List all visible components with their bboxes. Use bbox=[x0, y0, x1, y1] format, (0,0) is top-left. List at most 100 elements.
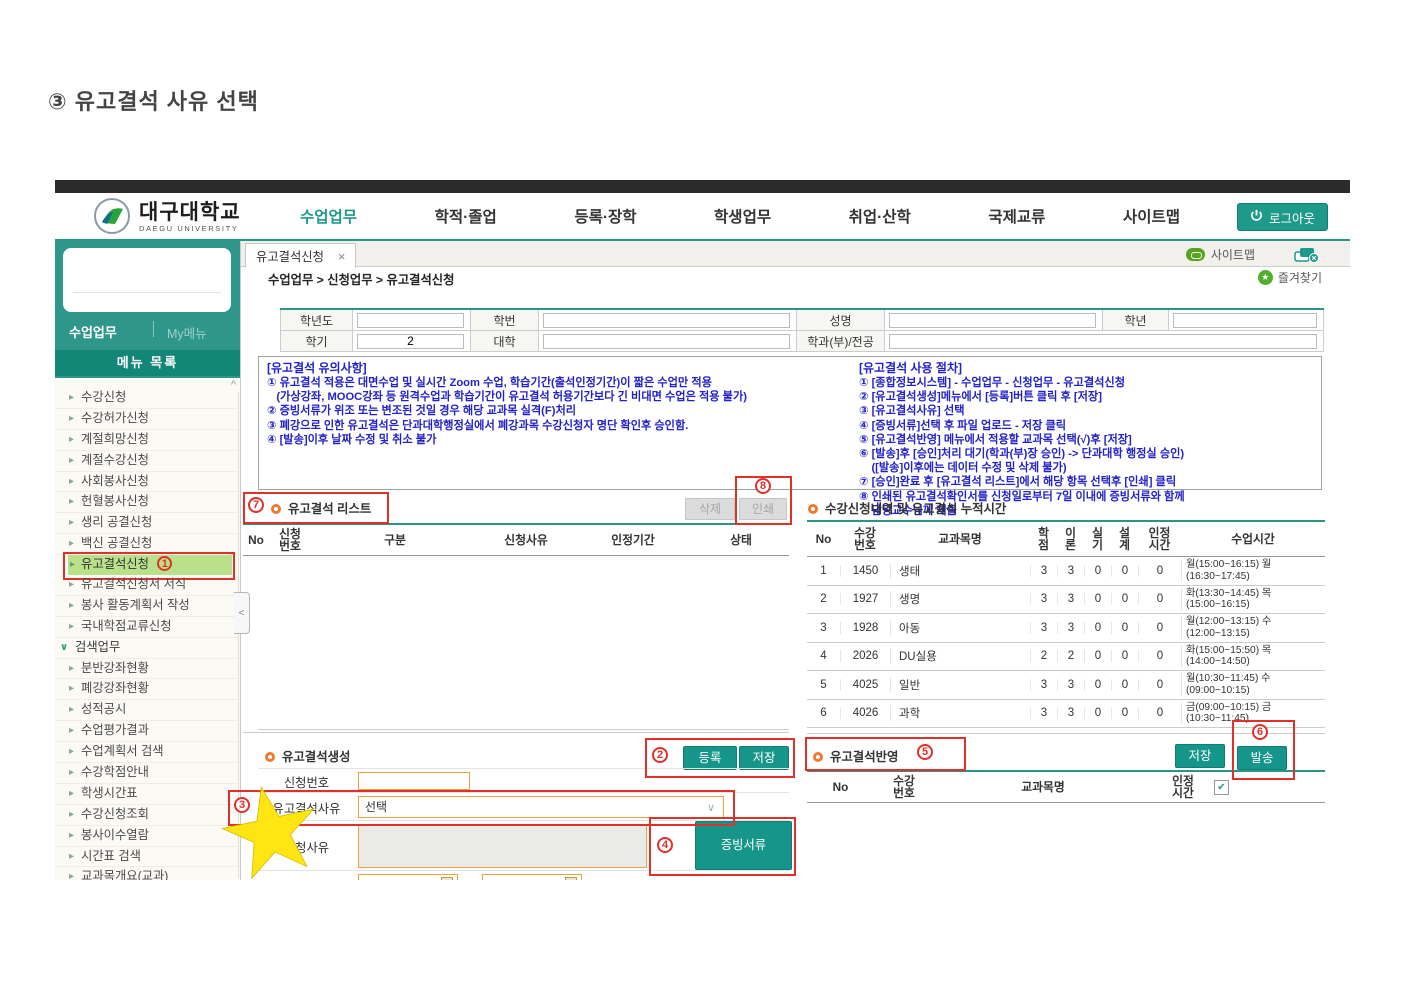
request-no-field[interactable] bbox=[358, 772, 470, 790]
close-all-tabs-icon[interactable] bbox=[1294, 247, 1320, 266]
period-start-field[interactable] bbox=[358, 874, 458, 880]
name-label: 성명 bbox=[796, 308, 885, 331]
section-bullet-icon bbox=[265, 752, 275, 762]
cell-course-code: 1928 bbox=[840, 621, 890, 634]
sidebar-item-selected[interactable]: 유고결석신청 1 bbox=[63, 552, 235, 581]
calendar-icon[interactable] bbox=[565, 877, 577, 880]
browser-top-bar bbox=[55, 180, 1350, 193]
cell-theory: 3 bbox=[1057, 621, 1084, 634]
table-row[interactable]: 3 1928 아동 3 3 0 0 0 월(12:00~13:15) 수(12:… bbox=[807, 614, 1325, 643]
cell-course-name: 생태 bbox=[890, 562, 1030, 579]
sidebar-item[interactable]: 계절수강신청 bbox=[55, 451, 240, 472]
sidebar-item-label: 학생시간표 bbox=[81, 785, 138, 800]
table-row[interactable]: 1 1450 생태 3 3 0 0 0 월(15:00~16:15) 월(16:… bbox=[807, 557, 1325, 586]
nav-item[interactable]: 수업업무 bbox=[300, 205, 357, 227]
send-button[interactable]: 발송 bbox=[1237, 746, 1287, 770]
sidebar-item[interactable]: 수업계획서 검색 bbox=[55, 742, 240, 764]
sidebar-item[interactable]: 수강신청 bbox=[55, 388, 240, 409]
column-header: 수강 번호 bbox=[854, 525, 876, 552]
notice-procedure-title: [유고결석 사용 절차] bbox=[859, 361, 962, 375]
logout-label: 로그아웃 bbox=[1268, 211, 1315, 226]
absence-reason-select[interactable]: 선택 ∨ bbox=[358, 796, 724, 818]
table-row[interactable]: 4 2026 DU실용 2 2 0 0 0 화(15:00~15:50) 목(1… bbox=[807, 643, 1325, 671]
cell-course-code: 1450 bbox=[840, 564, 890, 577]
sidebar-collapse-handle[interactable]: < bbox=[234, 592, 250, 634]
cell-practice: 0 bbox=[1084, 564, 1111, 577]
sidebar-item-label: 수업계획서 검색 bbox=[81, 744, 164, 759]
enrollment-section-title: 수강신청내역 및 유고결석 누적시간 bbox=[808, 499, 1006, 517]
sidebar-tab-classwork[interactable]: 수업업무 bbox=[69, 322, 117, 341]
nav-item-label: 취업·산학 bbox=[848, 209, 911, 226]
cell-design: 0 bbox=[1111, 650, 1138, 663]
semester-field[interactable] bbox=[357, 333, 464, 349]
sidebar-item[interactable]: 폐강강좌현황 bbox=[55, 679, 240, 701]
sidebar-item[interactable]: 국내학점교류신청 bbox=[55, 617, 240, 638]
sidebar-item-label: 계절수강신청 bbox=[81, 452, 149, 467]
logo-title: 대구대학교 bbox=[139, 201, 241, 224]
sidebar-item[interactable]: 수강학점안내 bbox=[55, 763, 240, 784]
name-field[interactable] bbox=[889, 312, 1096, 328]
cell-practice: 0 bbox=[1084, 678, 1111, 691]
cell-recognized: 0 bbox=[1138, 707, 1181, 720]
sidebar-item[interactable]: 성적공시 bbox=[55, 700, 240, 722]
year-field[interactable] bbox=[357, 312, 464, 328]
table-row[interactable]: 5 4025 일반 3 3 0 0 0 월(10:30~11:45) 수(09:… bbox=[807, 671, 1325, 700]
sidebar-section-search[interactable]: 검색업무 bbox=[55, 638, 240, 659]
calendar-icon[interactable] bbox=[441, 877, 453, 880]
table-row[interactable]: 6 4026 과학 3 3 0 0 0 금(09:00~10:15) 금(10:… bbox=[807, 700, 1325, 728]
sitemap-shortcut[interactable]: 사이트맵 bbox=[1185, 246, 1255, 263]
sidebar-tab-mymenu[interactable]: My메뉴 bbox=[167, 323, 207, 342]
college-field[interactable] bbox=[543, 333, 790, 349]
cell-course-code: 4026 bbox=[840, 707, 890, 720]
grade-field[interactable] bbox=[1173, 312, 1317, 328]
sidebar-item[interactable]: 사회봉사신청 bbox=[55, 472, 240, 493]
nav-item[interactable]: 학적·졸업 bbox=[435, 205, 497, 227]
nav-item[interactable]: 등록·장학 bbox=[574, 205, 636, 227]
register-button[interactable]: 등록 bbox=[683, 746, 737, 770]
department-label: 학과(부)/전공 bbox=[796, 330, 885, 352]
period-end-field[interactable] bbox=[482, 874, 582, 880]
sidebar-item[interactable]: 헌혈봉사신청 bbox=[55, 492, 240, 514]
close-icon[interactable]: × bbox=[338, 249, 346, 264]
cell-no: 5 bbox=[820, 678, 827, 691]
sidebar-item[interactable]: 수업평가결과 bbox=[55, 721, 240, 743]
nav-item[interactable]: 학생업무 bbox=[714, 205, 771, 227]
sidebar-item-label: 수강허가신청 bbox=[81, 410, 149, 425]
sidebar-item[interactable]: 계절희망신청 bbox=[55, 430, 240, 451]
save-button-apply[interactable]: 저장 bbox=[1175, 744, 1225, 768]
chevron-down-icon: ∨ bbox=[706, 802, 715, 814]
favorite-button[interactable]: ★ 즐겨찾기 bbox=[1257, 269, 1322, 286]
star-annotation bbox=[207, 783, 335, 880]
column-header: 상태 bbox=[730, 532, 752, 547]
nav-item-label: 등록·장학 bbox=[574, 209, 637, 226]
sidebar-item[interactable]: 유고결석신청서 서식 bbox=[55, 575, 240, 596]
sidebar-item[interactable]: 봉사 활동계획서 작성 bbox=[55, 596, 240, 617]
table-row[interactable]: 2 1927 생명 3 3 0 0 0 화(13:30~14:45) 목(15:… bbox=[807, 586, 1325, 614]
save-button-create[interactable]: 저장 bbox=[739, 746, 789, 770]
column-header: 실 기 bbox=[1092, 525, 1103, 552]
sidebar-item[interactable]: 분반강좌현황 bbox=[55, 659, 240, 680]
sidebar-item[interactable]: 수강허가신청 bbox=[55, 409, 240, 430]
tab-absence-application[interactable]: 유고결석신청 × bbox=[245, 243, 357, 268]
detail-reason-textarea[interactable] bbox=[358, 824, 647, 868]
student-id-field[interactable] bbox=[543, 312, 790, 328]
cell-recognized: 0 bbox=[1138, 678, 1181, 691]
cell-design: 0 bbox=[1111, 621, 1138, 634]
nav-item[interactable]: 국제교류 bbox=[988, 205, 1045, 227]
sidebar-login-box bbox=[63, 248, 231, 312]
select-all-checkbox[interactable]: ✔ bbox=[1214, 779, 1229, 795]
select-all-column: ✔ bbox=[1214, 779, 1229, 795]
cell-recognized: 0 bbox=[1138, 650, 1181, 663]
delete-button[interactable]: 삭제 bbox=[685, 498, 735, 520]
sidebar-item[interactable]: 백신 공결신청 bbox=[55, 534, 240, 556]
nav-item[interactable]: 취업·산학 bbox=[849, 205, 911, 227]
nav-item-label: 학적·졸업 bbox=[434, 209, 497, 226]
logout-button[interactable]: 로그아웃 bbox=[1236, 203, 1328, 231]
nav-item[interactable]: 사이트맵 bbox=[1123, 205, 1180, 227]
nav-item-label: 사이트맵 bbox=[1122, 209, 1180, 226]
print-button[interactable]: 인쇄 bbox=[739, 498, 787, 520]
department-field[interactable] bbox=[889, 333, 1317, 349]
attachment-button[interactable]: 증빙서류 bbox=[695, 821, 792, 870]
apply-section-title: 유고결석반영 bbox=[813, 747, 898, 765]
sidebar-item[interactable]: 생리 공결신청 bbox=[55, 513, 240, 535]
